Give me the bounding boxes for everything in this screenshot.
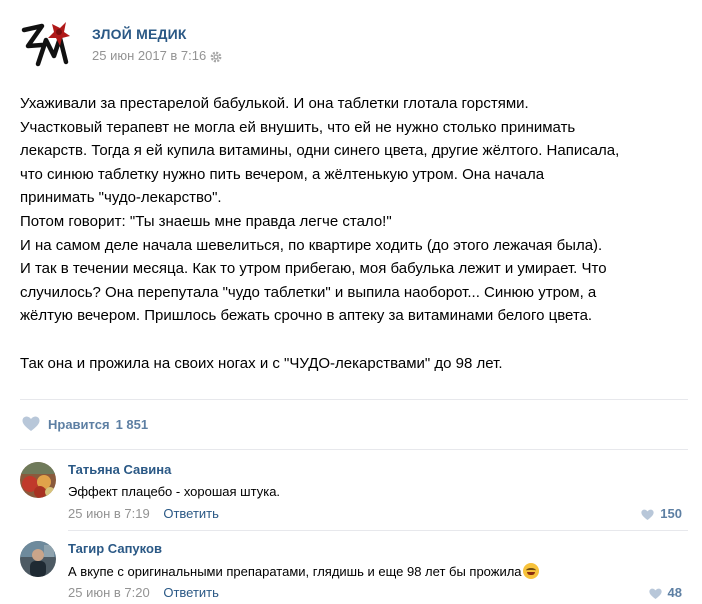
- likes-count: 1 851: [115, 416, 149, 432]
- heart-icon: [641, 508, 654, 520]
- post-line: принимать "чудо-лекарство".: [20, 189, 222, 207]
- comment-like-button[interactable]: 48: [648, 585, 682, 600]
- heart-icon: [22, 416, 40, 432]
- avatar[interactable]: [20, 541, 56, 577]
- header-text: ЗЛОЙ МЕДИК 25 июн 2017 в 7:16: [92, 18, 222, 74]
- zm-logo-icon[interactable]: [20, 18, 72, 68]
- post-line: жёлтую вечером. Пришлось бежать срочно в…: [20, 307, 593, 325]
- post-line: Ухаживали за престарелой бабулькой. И он…: [20, 95, 529, 112]
- post-line: И так в течении месяца. Как то утром при…: [20, 260, 607, 278]
- comment-like-button[interactable]: 150: [641, 506, 682, 521]
- comment-meta: 25 июн в 7:19 Ответить: [68, 506, 219, 521]
- post-date[interactable]: 25 июн 2017 в 7:16: [92, 48, 206, 63]
- comment-date[interactable]: 25 июн в 7:19: [68, 506, 150, 521]
- like-button[interactable]: Нравится 1 851: [22, 416, 148, 432]
- comment-author[interactable]: Татьяна Савина: [68, 462, 171, 477]
- comment-date[interactable]: 25 июн в 7:20: [68, 585, 150, 600]
- comment-author[interactable]: Тагир Сапуков: [68, 541, 162, 556]
- laughing-face-emoji: [522, 563, 539, 579]
- post-line: И на самом деле начала шевелиться, по кв…: [20, 236, 603, 254]
- divider: [20, 399, 688, 400]
- comment-text: А вкупе с оригинальными препаратами, гля…: [68, 563, 539, 579]
- reply-button[interactable]: Ответить: [163, 506, 219, 521]
- post-line: что синюю таблетку нужно пить вечером, а…: [20, 165, 545, 183]
- divider: [20, 449, 688, 450]
- avatar[interactable]: [20, 462, 56, 498]
- post-author[interactable]: ЗЛОЙ МЕДИК: [92, 26, 222, 42]
- comment-likes-count: 48: [667, 585, 682, 600]
- post-line: Потом говорит: "Ты знаешь мне правда лег…: [20, 212, 392, 230]
- post-line: Участковый терапевт не могла ей внушить,…: [20, 118, 576, 136]
- likes-label: Нравится: [48, 416, 110, 432]
- reply-button[interactable]: Ответить: [163, 585, 219, 600]
- post-line: лекарств. Тогда я ей купила витамины, од…: [20, 142, 620, 160]
- comment-text: Эффект плацебо - хорошая штука.: [68, 484, 281, 499]
- gear-icon[interactable]: [210, 50, 222, 62]
- divider: [68, 530, 688, 531]
- post-text: Ухаживали за престарелой бабулькой. И он…: [20, 92, 690, 375]
- comment-text-body: А вкупе с оригинальными препаратами, гля…: [68, 564, 522, 579]
- heart-icon: [648, 587, 662, 599]
- comment-meta: 25 июн в 7:20 Ответить: [68, 585, 219, 600]
- comment-likes-count: 150: [660, 506, 682, 521]
- post-line: Так она и прожила на своих ногах и с "ЧУ…: [20, 354, 503, 372]
- post-page: ЗЛОЙ МЕДИК 25 июн 2017 в 7:16 Ухаживали …: [0, 0, 702, 604]
- post-date-row: 25 июн 2017 в 7:16: [92, 48, 222, 63]
- post-header: ЗЛОЙ МЕДИК 25 июн 2017 в 7:16: [20, 18, 222, 74]
- post-line: случилось? Она перепутала "чудо таблетки…: [20, 283, 597, 301]
